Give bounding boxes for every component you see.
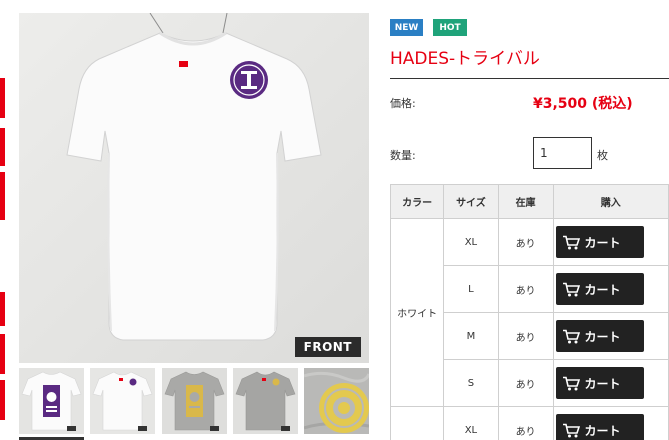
cart-icon: [562, 282, 580, 296]
stock-cell: あり: [497, 359, 554, 407]
cart-icon: [562, 423, 580, 437]
cart-icon: [562, 329, 580, 343]
size-cell: M: [443, 312, 499, 360]
chest-print-emblem: [230, 61, 268, 99]
cart-button-label: カート: [584, 376, 621, 391]
cart-button-label: カート: [584, 282, 621, 297]
white-tee-front-icon: [90, 368, 155, 434]
add-to-cart-button[interactable]: カート: [555, 273, 644, 305]
add-to-cart-button[interactable]: カート: [555, 226, 644, 258]
size-cell: L: [443, 265, 499, 313]
quantity-input[interactable]: [533, 137, 592, 169]
cart-icon: [562, 376, 580, 390]
header-color: カラー: [389, 184, 445, 219]
header-stock: 在庫: [497, 184, 554, 219]
header-size: サイズ: [443, 184, 499, 219]
thumbnail-strip: [19, 368, 371, 434]
main-product-image[interactable]: FRONT: [19, 13, 369, 363]
size-cell: XL: [443, 218, 499, 266]
fabric-closeup-yellow-print-icon: [304, 368, 369, 434]
thumbnail-white-front[interactable]: [90, 368, 155, 434]
stock-cell: あり: [497, 265, 554, 313]
grey-tee-back-yellow-print-icon: [162, 368, 227, 434]
new-badge: NEW: [390, 19, 423, 36]
thumbnail-grey-back[interactable]: [162, 368, 227, 434]
cart-button-label: カート: [584, 329, 621, 344]
stock-cell: あり: [497, 312, 554, 360]
variant-table: カラー サイズ 在庫 購入 ホワイト XL あり カート L あり カート M …: [389, 184, 669, 440]
color-cell: ホワイト: [389, 218, 445, 407]
table-row: XL あり カート: [389, 406, 669, 440]
stock-cell: あり: [497, 406, 554, 440]
price-value: ¥3,500 (税込): [533, 96, 633, 112]
variant-table-header: カラー サイズ 在庫 購入: [389, 184, 669, 219]
quantity-unit: 枚: [597, 149, 608, 162]
side-tab[interactable]: [0, 292, 5, 326]
size-cell: XL: [443, 406, 499, 440]
purchase-cell: カート: [552, 265, 669, 313]
tshirt-front-illustration: [19, 13, 369, 363]
purchase-cell: カート: [552, 312, 669, 360]
purchase-cell: カート: [552, 406, 669, 440]
white-tee-back-purple-print-icon: [19, 368, 84, 434]
add-to-cart-button[interactable]: カート: [555, 414, 644, 440]
grey-tee-front-icon: [233, 368, 298, 434]
thumbnail-white-back[interactable]: [19, 368, 84, 434]
cart-icon: [562, 235, 580, 249]
cart-button-label: カート: [584, 423, 621, 438]
header-purchase: 購入: [552, 184, 669, 219]
add-to-cart-button[interactable]: カート: [555, 367, 644, 399]
product-title: HADES-トライバル: [390, 49, 540, 69]
thumbnail-grey-front[interactable]: [233, 368, 298, 434]
side-tab[interactable]: [0, 78, 5, 118]
hot-badge: HOT: [433, 19, 467, 36]
side-tab[interactable]: [0, 172, 5, 220]
title-divider: [390, 78, 669, 79]
thumbnail-fabric-closeup[interactable]: [304, 368, 369, 434]
add-to-cart-button[interactable]: カート: [555, 320, 644, 352]
price-label: 価格:: [390, 97, 416, 110]
stock-cell: あり: [497, 218, 554, 266]
cart-button-label: カート: [584, 235, 621, 250]
front-view-badge: FRONT: [294, 337, 361, 357]
table-row: ホワイト XL あり カート: [389, 218, 669, 407]
side-tab[interactable]: [0, 380, 5, 420]
purchase-cell: カート: [552, 359, 669, 407]
color-cell: [389, 406, 445, 440]
size-cell: S: [443, 359, 499, 407]
side-tab[interactable]: [0, 334, 5, 374]
purchase-cell: カート: [552, 218, 669, 266]
quantity-label: 数量:: [390, 149, 416, 162]
side-tab[interactable]: [0, 128, 5, 166]
